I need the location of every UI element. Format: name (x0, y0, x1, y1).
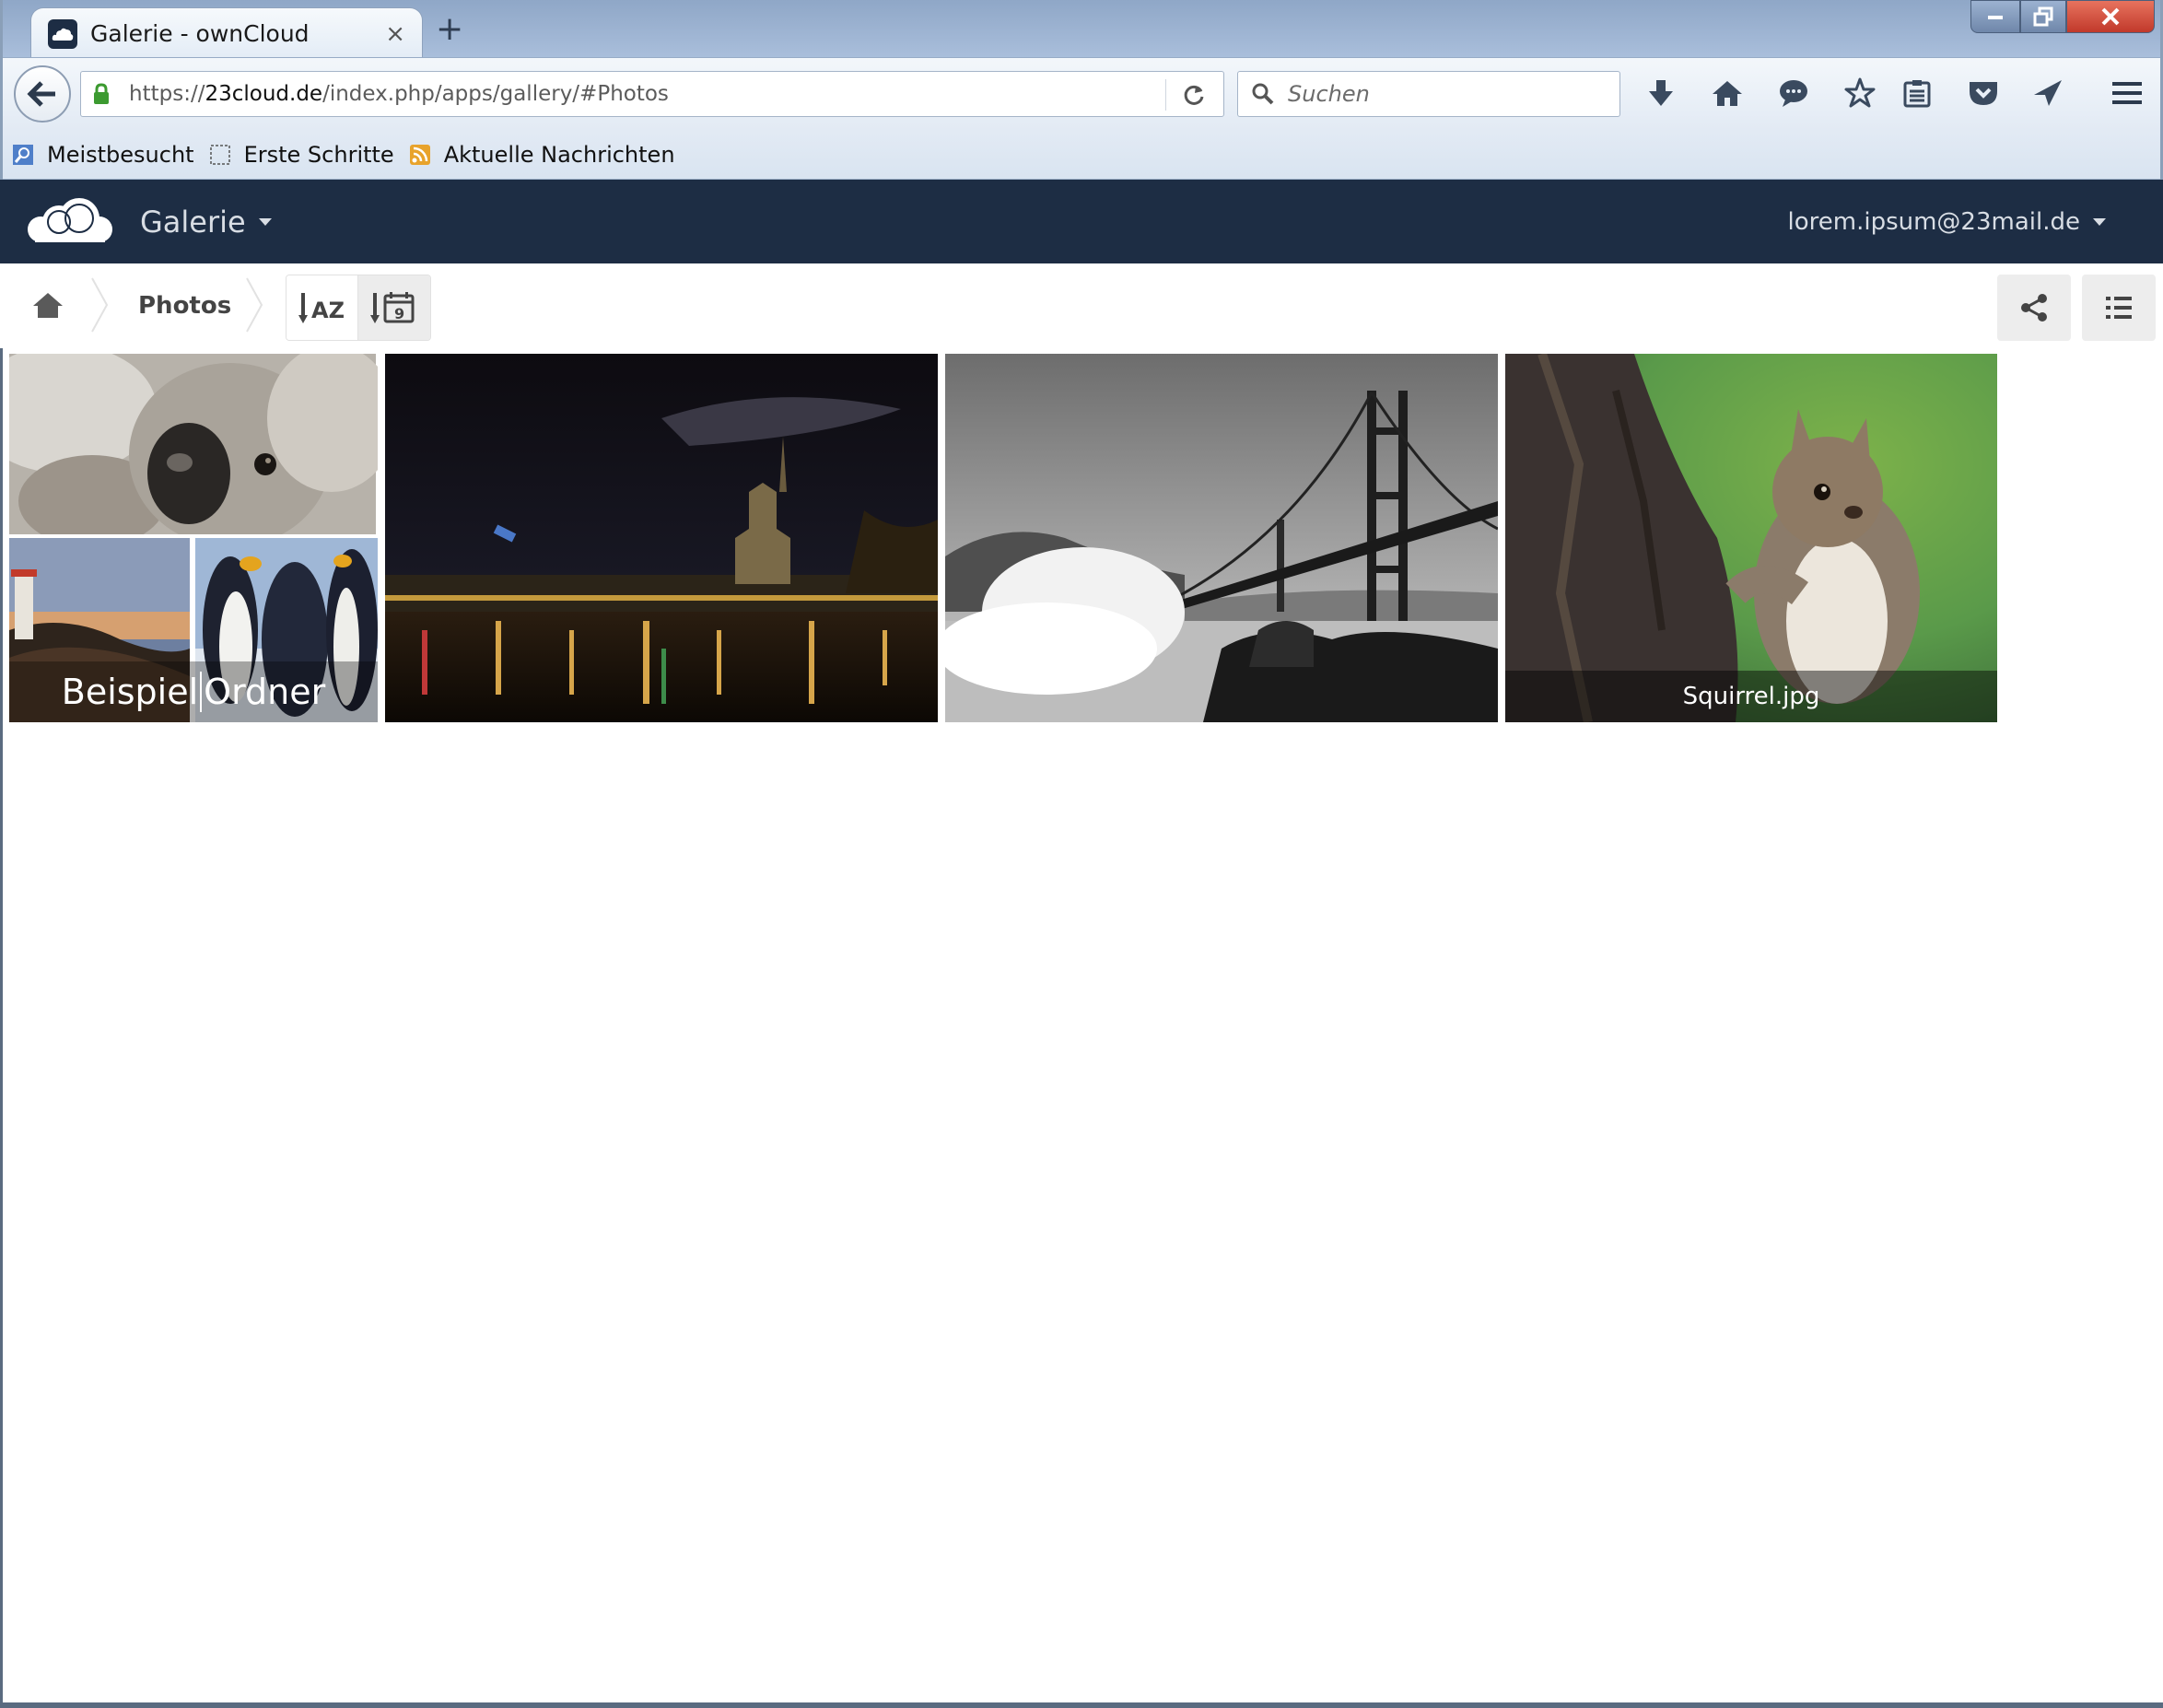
sort-buttons: AZ 9 (286, 275, 431, 341)
restore-button[interactable] (2020, 0, 2066, 33)
album-tile[interactable]: Beispiel Ordner (9, 354, 378, 722)
night-cathedral-photo (385, 354, 938, 722)
caret-down-icon (2093, 217, 2106, 226)
bookmark-news[interactable]: Aktuelle Nachrichten (409, 142, 675, 168)
gallery-grid: Beispiel Ordner Squirrel.jpg (0, 354, 2163, 722)
reload-icon[interactable] (1177, 79, 1210, 111)
app-menu-toggle[interactable]: Galerie (140, 180, 272, 263)
tab-strip: Galerie - ownCloud × + (3, 0, 2160, 59)
star-icon[interactable] (1840, 73, 1880, 113)
url-separator (1165, 79, 1166, 111)
minimize-icon (1988, 16, 2003, 19)
close-tab-icon[interactable]: × (385, 20, 405, 48)
bookmark-first-steps[interactable]: Erste Schritte (209, 142, 394, 168)
window-close-icon (2101, 7, 2120, 26)
owncloud-favicon-icon (48, 18, 77, 49)
svg-text:9: 9 (394, 305, 404, 322)
app-name: Galerie (140, 204, 246, 240)
share-button[interactable] (1997, 275, 2071, 341)
bridge-photo (945, 354, 1498, 722)
tab-title: Galerie - ownCloud (90, 20, 310, 47)
pocket-icon[interactable] (1963, 73, 2004, 113)
chat-icon[interactable] (1773, 73, 1814, 113)
photo-tile[interactable]: Squirrel.jpg (1505, 354, 1997, 722)
file-name: Squirrel.jpg (1505, 671, 1997, 722)
back-button[interactable] (14, 65, 71, 123)
bookmarks-toolbar: Meistbesucht Erste Schritte Aktuelle Nac… (3, 131, 2160, 180)
url-bar[interactable]: https://23cloud.de/index.php/apps/galler… (80, 71, 1224, 117)
caret-down-icon (258, 217, 272, 226)
photo-tile[interactable] (385, 354, 938, 722)
window-close-button[interactable] (2066, 0, 2155, 33)
breadcrumb-home-icon[interactable] (26, 282, 70, 328)
menu-icon[interactable] (2107, 73, 2147, 113)
app-header: Galerie lorem.ipsum@23mail.de (0, 180, 2163, 263)
window-frame-bottom (0, 1702, 2163, 1708)
squirrel-photo (1505, 354, 1997, 722)
sort-date-icon: 9 (370, 292, 415, 323)
sort-by-name-button[interactable]: AZ (286, 275, 358, 340)
reading-list-icon[interactable] (1897, 73, 1937, 113)
bookmark-most-visited[interactable]: Meistbesucht (12, 142, 194, 168)
send-icon[interactable] (2028, 73, 2068, 113)
breadcrumb-separator (91, 277, 109, 333)
breadcrumb-separator (246, 277, 263, 333)
download-icon[interactable] (1641, 73, 1681, 113)
user-name: lorem.ipsum@23mail.de (1787, 207, 2080, 236)
user-menu[interactable]: lorem.ipsum@23mail.de (1788, 180, 2106, 263)
window-controls (1970, 0, 2155, 33)
home-icon[interactable] (1707, 73, 1748, 113)
browser-chrome: Galerie - ownCloud × + https://23cloud.d… (0, 0, 2163, 180)
most-visited-icon (13, 145, 33, 165)
rss-icon (409, 145, 430, 165)
restore-icon (2033, 6, 2053, 27)
album-name: Beispiel Ordner (9, 661, 378, 722)
search-placeholder: Suchen (1288, 81, 1370, 107)
share-icon (2021, 294, 2047, 322)
back-arrow-icon (27, 81, 55, 107)
svg-text:AZ: AZ (311, 298, 345, 323)
search-icon (1252, 83, 1274, 105)
url-text: https://23cloud.de/index.php/apps/galler… (129, 82, 669, 106)
minimize-button[interactable] (1970, 0, 2020, 33)
dotted-page-icon (209, 145, 230, 165)
browser-tab[interactable]: Galerie - ownCloud × (30, 7, 423, 59)
search-input[interactable]: Suchen (1237, 71, 1620, 117)
new-tab-button[interactable]: + (436, 13, 463, 46)
lock-icon (90, 80, 112, 108)
breadcrumb-photos[interactable]: Photos (138, 263, 231, 348)
list-view-icon (2106, 297, 2132, 319)
album-label-divider (200, 672, 203, 712)
sort-by-date-button[interactable]: 9 (358, 275, 430, 340)
sort-alpha-icon: AZ (298, 293, 345, 323)
photo-tile[interactable] (945, 354, 1498, 722)
navigation-toolbar: https://23cloud.de/index.php/apps/galler… (3, 57, 2160, 131)
details-view-button[interactable] (2082, 275, 2156, 341)
gallery-controls: Photos AZ 9 (0, 263, 2163, 348)
owncloud-logo-icon[interactable] (22, 194, 118, 248)
